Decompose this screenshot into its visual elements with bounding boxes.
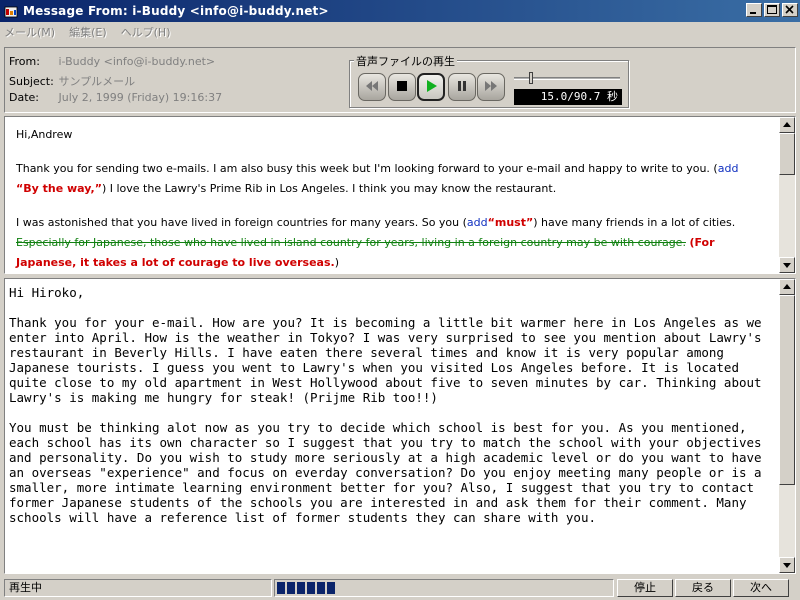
fast-forward-button[interactable] (477, 73, 505, 101)
correction-emphasis: “must” (487, 216, 534, 229)
progress-block (307, 582, 315, 594)
corrected-line-4: Especially for Japanese, those who have … (16, 233, 776, 253)
original-message-text: Hi Hiroko, Thank you for your e-mail. Ho… (9, 285, 777, 540)
text-span: ) I love the Lawry's Prime Rib in Los An… (101, 182, 557, 195)
scroll-down-button[interactable] (779, 257, 795, 273)
from-label: From: (9, 55, 40, 68)
pause-button[interactable] (448, 73, 476, 101)
correction-emphasis: Japanese, it takes a lot of courage to l… (16, 256, 335, 269)
rewind-button[interactable] (358, 73, 386, 101)
progress-block (277, 582, 285, 594)
subject-value: サンプルメール (58, 75, 136, 88)
maximize-button[interactable] (764, 3, 780, 17)
corrected-message-pane[interactable]: Hi,Andrew Thank you for sending two e-ma… (4, 116, 796, 274)
progress-block (287, 582, 295, 594)
scroll-up-button[interactable] (779, 117, 795, 133)
time-display: 15.0/90.7 秒 (514, 89, 622, 105)
menu-edit[interactable]: 編集(E) (69, 24, 107, 40)
menu-bar: メール(M) 編集(E) ヘルプ(H) (0, 22, 800, 41)
corrected-message-text: Hi,Andrew Thank you for sending two e-ma… (16, 125, 776, 273)
audio-player-label: 音声ファイルの再生 (354, 53, 457, 69)
title-bar[interactable]: Message From: i-Buddy <info@i-buddy.net> (0, 0, 800, 22)
date-row: Date: July 2, 1999 (Friday) 19:16:37 (9, 91, 222, 104)
corrected-line-2: “By the way,”) I love the Lawry's Prime … (16, 179, 776, 199)
corrected-greeting: Hi,Andrew (16, 128, 73, 141)
scroll-up-button[interactable] (779, 279, 795, 295)
progress-block (327, 582, 335, 594)
corrected-line-5: Japanese, it takes a lot of courage to l… (16, 253, 776, 273)
pause-icon (456, 80, 468, 95)
progress-block (297, 582, 305, 594)
original-paragraph-2: You must be thinking alot now as you try… (9, 420, 762, 525)
next-button[interactable]: 次へ (733, 579, 789, 597)
corrected-line-3: I was astonished that you have lived in … (16, 213, 776, 233)
original-paragraph-1: Thank you for your e-mail. How are you? … (9, 315, 762, 405)
progress-block (317, 582, 325, 594)
window-title: Message From: i-Buddy <info@i-buddy.net> (23, 4, 329, 18)
stop-icon (396, 80, 408, 95)
stop-button[interactable] (388, 73, 416, 101)
stop-playback-button[interactable]: 停止 (617, 579, 673, 597)
correction-add: add (717, 162, 739, 175)
correction-emphasis: (For (689, 236, 715, 249)
text-span: Thank you for sending two e-mails. I am … (16, 162, 718, 175)
text-span: I was astonished that you have lived in … (16, 216, 467, 229)
strikethrough-text: Especially for Japanese, those who have … (16, 236, 686, 249)
audio-player-group: 音声ファイルの再生 15.0/90.7 秒 (349, 53, 629, 108)
rewind-icon (364, 80, 380, 95)
date-label: Date: (9, 91, 39, 104)
scroll-thumb[interactable] (779, 295, 795, 485)
original-greeting: Hi Hiroko, (9, 285, 85, 300)
correction-add: add (466, 216, 488, 229)
playback-progress-bar (274, 579, 614, 597)
correction-emphasis: “By the way,” (16, 182, 102, 195)
menu-mail[interactable]: メール(M) (4, 24, 55, 40)
from-value: i-Buddy <info@i-buddy.net> (58, 55, 216, 68)
top-pane-scrollbar[interactable] (779, 117, 795, 273)
scroll-thumb[interactable] (779, 133, 795, 175)
minimize-button[interactable] (746, 3, 762, 17)
fast-forward-icon (483, 80, 499, 95)
play-icon (424, 79, 438, 96)
subject-label: Subject: (9, 75, 54, 88)
position-slider-thumb[interactable] (529, 72, 533, 84)
back-button[interactable]: 戻る (675, 579, 731, 597)
subject-row: Subject: サンプルメール (9, 73, 135, 89)
playback-status: 再生中 (4, 579, 272, 597)
bottom-pane-scrollbar[interactable] (779, 279, 795, 573)
corrected-line-1: Thank you for sending two e-mails. I am … (16, 159, 776, 179)
play-button[interactable] (417, 73, 445, 101)
app-icon[interactable] (4, 4, 18, 18)
text-span: ) have many friends in a lot of cities. (533, 216, 736, 229)
close-button[interactable] (782, 3, 798, 17)
original-message-pane[interactable]: Hi Hiroko, Thank you for your e-mail. Ho… (4, 278, 796, 574)
status-bar: 再生中 停止 戻る 次へ (0, 576, 800, 600)
from-row: From: i-Buddy <info@i-buddy.net> (9, 55, 215, 68)
menu-help[interactable]: ヘルプ(H) (121, 24, 171, 40)
date-value: July 2, 1999 (Friday) 19:16:37 (58, 91, 223, 104)
scroll-down-button[interactable] (779, 557, 795, 573)
text-span: ) (334, 256, 339, 269)
